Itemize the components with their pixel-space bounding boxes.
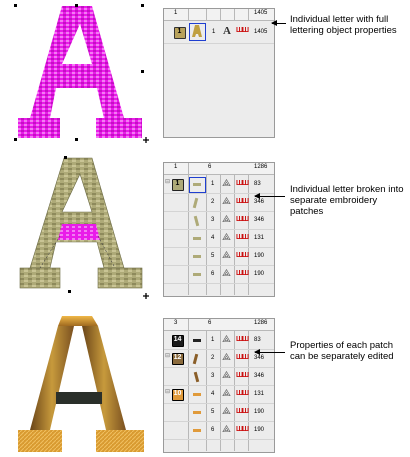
patch-icon — [193, 273, 201, 276]
object-row[interactable]: 3 ⟁ ШШ 346 — [164, 368, 274, 386]
object-row[interactable]: 5 ⟁ ШШ 190 — [164, 404, 274, 422]
stitch-type-icon: ⟁ — [222, 214, 231, 225]
object-row[interactable]: 6 ⟁ ШШ 190 — [164, 422, 274, 440]
thread-icon: ШШ — [236, 354, 249, 361]
header-object-count: 6 — [208, 164, 212, 170]
thread-icon: ШШ — [236, 270, 249, 277]
thread-icon: ШШ — [236, 198, 249, 205]
lettering-glyph-icon: A — [223, 25, 231, 37]
object-badge: 12 — [172, 353, 184, 365]
object-list-header: 3 6 1286 — [164, 319, 274, 331]
object-list-panel-3: 3 6 1286 14 1 ⟁ ШШ 83 ⊟ 12 2 ⟁ ШШ 346 3 … — [163, 318, 275, 453]
header-group-count: 3 — [174, 320, 178, 326]
object-list-header: 1 1405 — [164, 9, 274, 21]
object-row[interactable]: 5 ⟁ ШШ 190 — [164, 248, 274, 266]
stitch-type-icon: ⟁ — [222, 424, 231, 435]
annotation-arrow-2 — [254, 193, 285, 199]
object-row-1[interactable]: 1 1 A ШШ 1405 — [164, 21, 274, 44]
annotation-3: Properties of each patch can be separate… — [290, 340, 394, 362]
header-object-count: 6 — [208, 320, 212, 326]
patch-icon — [193, 215, 200, 227]
object-row[interactable]: 4 ⟁ ШШ 131 — [164, 230, 274, 248]
stitch-type-icon: ⟁ — [222, 178, 231, 189]
stitch-type-icon: ⟁ — [222, 406, 231, 417]
stitch-type-icon: ⟁ — [222, 370, 231, 381]
object-list-panel-1: 1 1405 1 1 A ШШ 1405 — [163, 8, 275, 138]
letter-a-patches-design[interactable] — [0, 150, 160, 300]
header-stitch-count: 1405 — [254, 10, 268, 16]
patch-icon — [193, 339, 201, 342]
object-badge: 14 — [172, 335, 184, 347]
thread-icon: ШШ — [236, 180, 249, 187]
header-stitch-count: 1286 — [254, 164, 268, 170]
patch-icon — [192, 353, 199, 365]
patch-icon — [193, 393, 201, 396]
thread-icon: ШШ — [236, 234, 249, 241]
letter-a-gold-design[interactable] — [0, 312, 160, 457]
patch-icon — [192, 197, 199, 209]
patch-icon — [193, 371, 200, 383]
object-badge: 1 — [172, 179, 184, 191]
thread-icon: ШШ — [236, 408, 249, 415]
object-list-header: 1 6 1286 — [164, 163, 274, 175]
thread-icon: ШШ — [236, 390, 249, 397]
patch-icon — [193, 255, 201, 258]
thread-icon: ШШ — [236, 336, 249, 343]
annotation-arrow-1 — [271, 20, 286, 26]
patch-icon — [193, 183, 201, 186]
stitch-type-icon: ⟁ — [222, 232, 231, 243]
header-group-count: 1 — [174, 164, 178, 170]
stitch-type-icon: ⟁ — [222, 352, 231, 363]
header-group-count: 1 — [174, 10, 178, 16]
annotation-2: Individual letter broken into separate e… — [290, 184, 404, 217]
stitch-count: 1405 — [254, 29, 268, 35]
letter-a-magenta-design[interactable] — [0, 0, 160, 145]
thread-icon: ШШ — [236, 252, 249, 259]
annotation-1: Individual letter with full lettering ob… — [290, 14, 397, 36]
stitch-type-icon: ⟁ — [222, 334, 231, 345]
object-row[interactable]: 3 ⟁ ШШ 346 — [164, 212, 274, 230]
annotation-arrow-3 — [254, 349, 285, 355]
header-stitch-count: 1286 — [254, 320, 268, 326]
object-list-panel-2: 1 6 1286 ⊟ 1 1 ⟁ ШШ 83 2 ⟁ ШШ 346 3 ⟁ ШШ… — [163, 162, 275, 297]
thread-icon: ШШ — [236, 27, 249, 34]
object-row[interactable]: ⊟ 1 1 ⟁ ШШ 83 — [164, 176, 274, 194]
patch-icon — [193, 411, 201, 414]
object-badge: 10 — [172, 389, 184, 401]
stitch-type-icon: ⟁ — [222, 250, 231, 261]
lettering-a-icon — [192, 25, 202, 37]
stitch-type-icon: ⟁ — [222, 268, 231, 279]
thread-icon: ШШ — [236, 216, 249, 223]
stitch-type-icon: ⟁ — [222, 388, 231, 399]
object-row[interactable]: 14 1 ⟁ ШШ 83 — [164, 332, 274, 350]
lettering-badge: 1 — [174, 27, 186, 39]
thread-icon: ШШ — [236, 372, 249, 379]
stitch-type-icon: ⟁ — [222, 196, 231, 207]
patch-icon — [193, 429, 201, 432]
object-row[interactable]: ⊟ 10 4 ⟁ ШШ 131 — [164, 386, 274, 404]
thread-icon: ШШ — [236, 426, 249, 433]
object-row[interactable]: 6 ⟁ ШШ 190 — [164, 266, 274, 284]
patch-icon — [193, 237, 201, 240]
object-number: 1 — [212, 29, 216, 35]
